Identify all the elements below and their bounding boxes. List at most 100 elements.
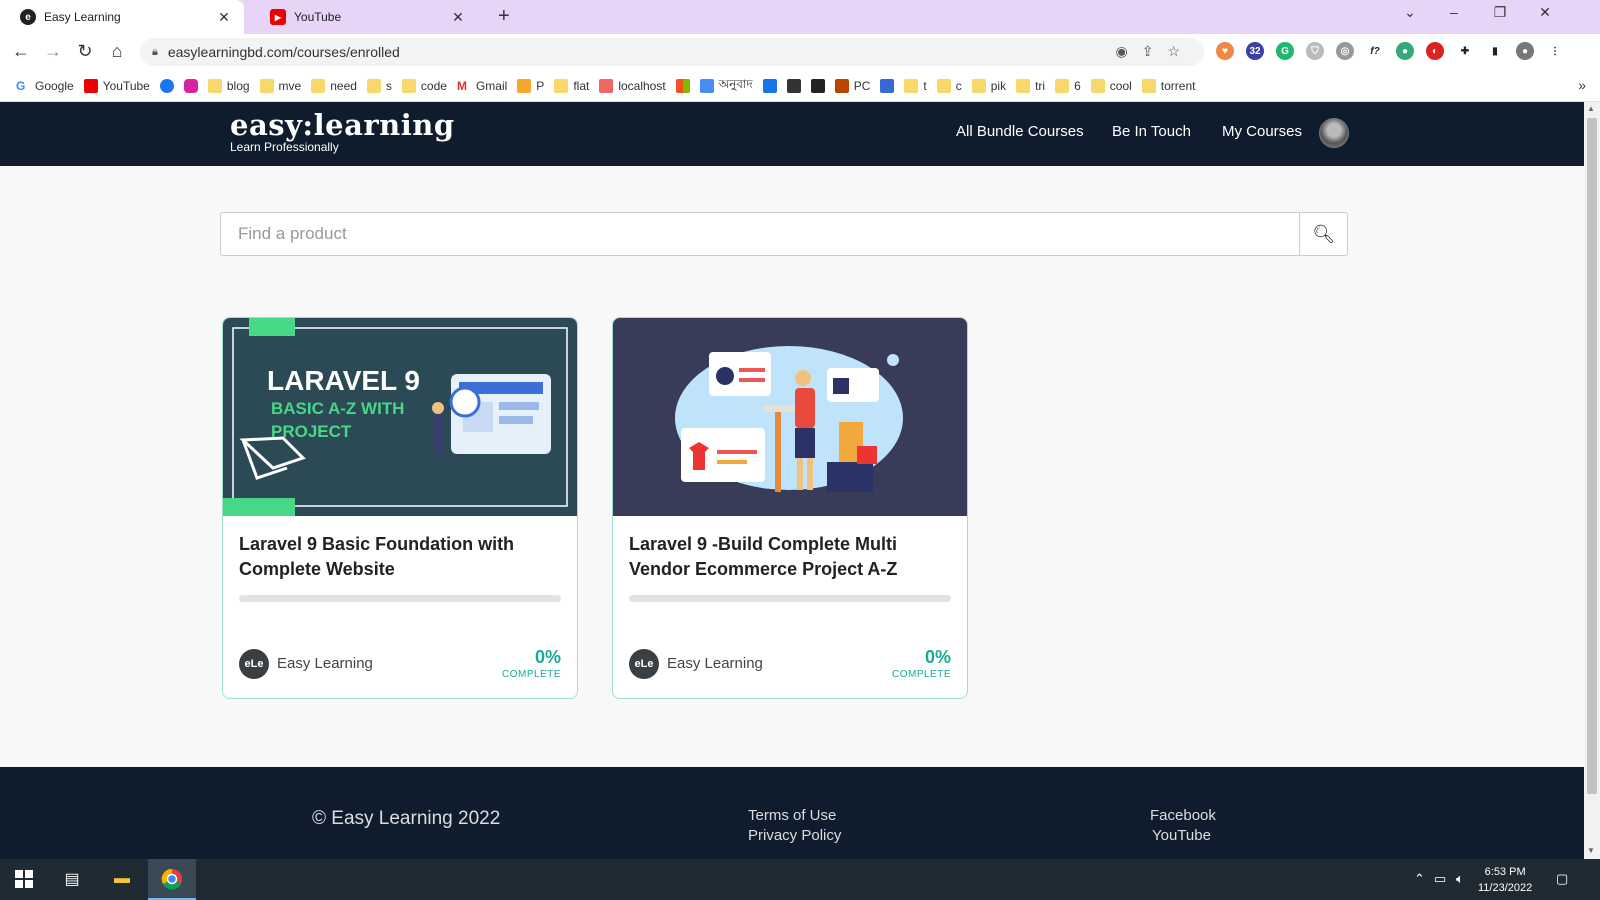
bookmark-item[interactable] [675,78,690,93]
share-icon[interactable]: ⇪ [1142,43,1168,59]
close-tab-icon[interactable]: ✕ [448,9,468,26]
profile-avatar-icon[interactable]: ● [1516,42,1534,60]
bookmark-item[interactable] [880,78,895,93]
shield-extension-icon[interactable]: ⛉ [1306,42,1324,60]
reload-icon[interactable]: ↻ [73,41,97,62]
course-thumbnail[interactable] [613,318,967,516]
scrollbar-thumb[interactable] [1587,118,1597,794]
footer-youtube-link[interactable]: YouTube [1152,827,1211,844]
close-tab-icon[interactable]: ✕ [214,9,234,26]
phpmyadmin-icon [599,78,614,93]
footer-terms-link[interactable]: Terms of Use [748,807,836,824]
bookmark-item[interactable]: M Gmail [457,79,507,93]
pc-icon [834,78,849,93]
bookmark-item[interactable]: mve [259,78,301,93]
tray-chevron-icon[interactable]: ⌃ [1414,871,1425,887]
scroll-down-icon[interactable]: ▼ [1587,846,1595,855]
back-icon[interactable]: ← [9,41,33,62]
restore-icon[interactable]: ❐ [1490,4,1510,21]
side-panel-icon[interactable]: ▮ [1486,42,1504,60]
notifications-icon[interactable]: ▢ [1556,871,1568,887]
course-card[interactable]: Laravel 9 -Build Complete Multi Vendor E… [612,317,968,699]
tab-easy-learning[interactable]: e Easy Learning ✕ [0,0,244,34]
eye-off-icon[interactable]: ◉ [1115,43,1141,59]
clock-date: 11/23/2022 [1478,882,1533,894]
folder-icon [311,78,326,93]
font-extension-icon[interactable]: f? [1366,42,1384,60]
bookmark-item[interactable]: s [366,78,392,93]
tab-youtube[interactable]: ▶ YouTube ✕ [250,0,478,34]
footer-facebook-link[interactable]: Facebook [1150,807,1216,824]
course-title[interactable]: Laravel 9 Basic Foundation with Complete… [239,532,559,582]
nav-my-courses[interactable]: My Courses [1222,123,1302,140]
search-icon: 🔍︎ [1312,223,1335,244]
address-bar[interactable]: 🔒︎ easylearningbd.com/courses/enrolled ◉… [140,38,1204,66]
windows-start-icon[interactable] [12,867,36,891]
bookmark-item[interactable] [810,78,825,93]
search-button[interactable]: 🔍︎ [1299,213,1347,255]
user-avatar[interactable] [1319,118,1349,148]
bookmark-item[interactable] [183,78,198,93]
puzzle-icon[interactable]: ✚ [1456,42,1474,60]
translate-icon [699,78,714,93]
bookmark-item[interactable]: t [904,78,927,93]
bookmark-item[interactable]: P [517,78,544,93]
bookmark-item[interactable]: code [401,78,447,93]
bookmark-star-icon[interactable]: ☆ [1167,43,1194,59]
bookmark-item[interactable]: flat [554,78,589,93]
close-window-icon[interactable]: ✕ [1535,4,1555,21]
screenshot-extension-icon[interactable]: ◎ [1336,42,1354,60]
bookmark-label: localhost [618,78,666,93]
nav-all-bundle-courses[interactable]: All Bundle Courses [956,123,1084,140]
bookmark-item[interactable]: pik [971,78,1006,93]
grammarly-icon[interactable]: G [1276,42,1294,60]
bookmark-item[interactable]: localhost [599,78,666,93]
page-scrollbar[interactable]: ▲ ▼ [1584,102,1600,859]
task-view-icon[interactable]: ▤ [60,867,84,891]
forward-icon[interactable]: → [41,41,65,62]
scroll-up-icon[interactable]: ▲ [1587,104,1595,113]
bookmark-item[interactable] [762,78,777,93]
bookmarks-overflow-button[interactable]: » [1578,77,1586,93]
bookmark-item[interactable]: PC [834,78,870,93]
home-icon[interactable]: ⌂ [105,41,129,62]
bookmark-item[interactable]: G Google [16,79,74,93]
bookmark-item[interactable]: cool [1090,78,1132,93]
bookmark-item[interactable]: torrent [1141,78,1195,93]
menu-kebab-icon[interactable]: ⋮ [1546,42,1564,60]
p-icon [517,78,532,93]
heart-extension-icon[interactable]: ♥ [1216,42,1234,60]
bookmark-item[interactable]: YouTube [83,78,150,93]
app-icon [786,78,801,93]
progress-bar [629,595,951,602]
bookmark-item[interactable] [159,78,174,93]
bookmark-item[interactable]: c [936,78,962,93]
bookmark-item[interactable]: blog [207,78,250,93]
globe-extension-icon[interactable]: ● [1396,42,1414,60]
site-footer: © Easy Learning 2022 Terms of Use Privac… [0,767,1584,859]
bookmark-item[interactable]: অনুবাদ [699,76,753,96]
nav-be-in-touch[interactable]: Be In Touch [1112,123,1191,140]
course-card[interactable]: LARAVEL 9 BASIC A-Z WITH PROJECT Laravel… [222,317,578,699]
search-input[interactable] [221,213,1301,255]
course-thumbnail[interactable]: LARAVEL 9 BASIC A-Z WITH PROJECT [223,318,577,516]
adblock-extension-icon[interactable]: ◐ [1426,42,1444,60]
new-tab-button[interactable]: + [498,5,510,28]
bookmark-item[interactable]: tri [1016,78,1045,93]
site-logo[interactable]: easy:learning Learn Professionally [230,108,455,154]
volume-icon[interactable]: 🔈︎ [1456,871,1464,887]
file-explorer-icon[interactable]: ▬ [110,867,134,891]
bookmark-item[interactable]: need [311,78,357,93]
footer-privacy-link[interactable]: Privacy Policy [748,827,841,844]
progress-label: COMPLETE [501,669,561,680]
chrome-icon[interactable] [160,867,184,891]
folder-icon [936,78,951,93]
bookmark-item[interactable] [786,78,801,93]
minimize-icon[interactable]: – [1444,4,1464,20]
network-icon[interactable]: ▭ [1434,871,1446,887]
graduation-extension-icon[interactable]: 32 [1246,42,1264,60]
bookmark-item[interactable]: 6 [1055,78,1081,93]
course-title[interactable]: Laravel 9 -Build Complete Multi Vendor E… [629,532,949,582]
system-clock[interactable]: 6:53 PM 11/23/2022 [1478,864,1532,896]
tab-search-icon[interactable]: ⌄ [1400,4,1420,21]
